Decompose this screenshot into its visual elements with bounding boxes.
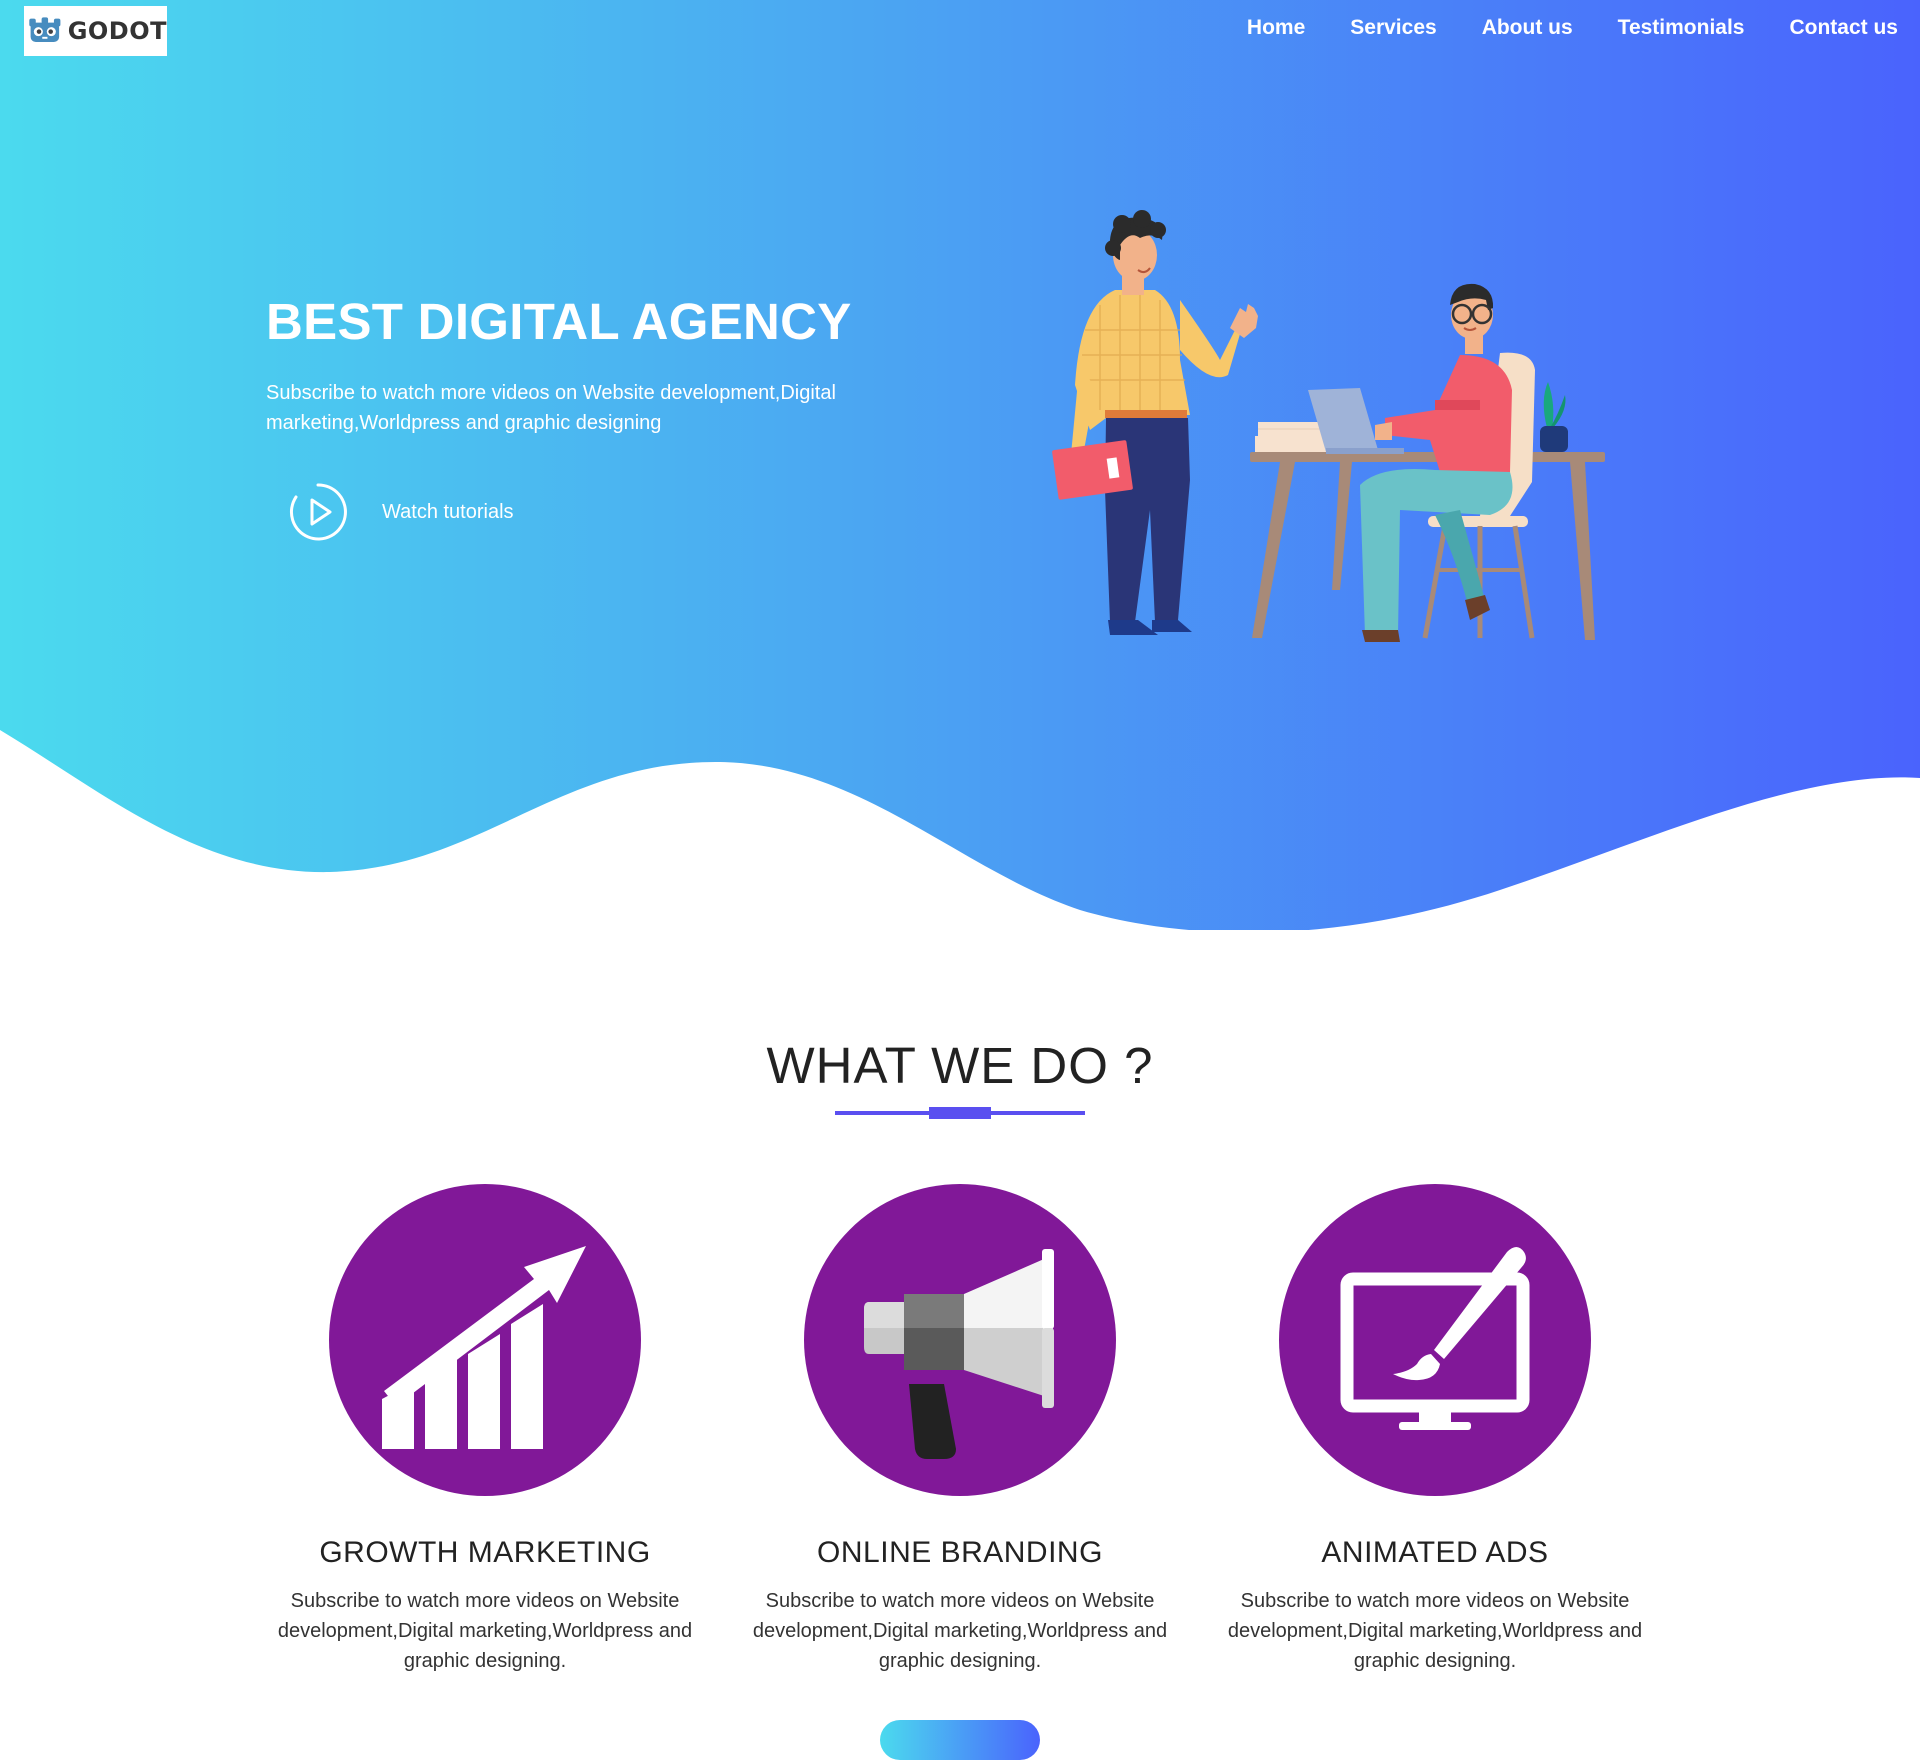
brand-logo[interactable]: GODOT [24, 6, 167, 56]
service-title: GROWTH MARKETING [319, 1536, 651, 1569]
service-card-growth-marketing: GROWTH MARKETING Subscribe to watch more… [265, 1184, 705, 1676]
hero-subtitle: Subscribe to watch more videos on Websit… [266, 382, 836, 434]
growth-chart-icon [329, 1184, 641, 1496]
what-we-do-title: WHAT WE DO ? [766, 1037, 1154, 1094]
service-title: ONLINE BRANDING [817, 1536, 1103, 1569]
office-people-illustration [1052, 210, 1605, 642]
service-description: Subscribe to watch more videos on Websit… [277, 1590, 693, 1672]
service-card-animated-ads: ANIMATED ADS Subscribe to watch more vid… [1215, 1184, 1655, 1676]
service-card-online-branding: ONLINE BRANDING Subscribe to watch more … [740, 1184, 1180, 1676]
title-underline-divider [835, 1106, 1085, 1120]
hero-wave [0, 730, 1920, 940]
service-description: Subscribe to watch more videos on Websit… [752, 1590, 1168, 1672]
nav-home[interactable]: Home [1247, 16, 1305, 40]
nav-contact-us[interactable]: Contact us [1789, 16, 1898, 40]
main-nav: Home Services About us Testimonials Cont… [1247, 16, 1898, 40]
service-title: ANIMATED ADS [1321, 1536, 1549, 1569]
standing-man-figure [1052, 210, 1258, 635]
megaphone-icon [804, 1184, 1116, 1496]
nav-testimonials[interactable]: Testimonials [1618, 16, 1745, 40]
watch-tutorials-button[interactable]: Watch tutorials [288, 482, 514, 542]
godot-robot-icon [29, 17, 61, 43]
brand-logo-text: GODOT [67, 17, 167, 45]
watch-tutorials-label: Watch tutorials [382, 500, 514, 523]
hero-title: BEST DIGITAL AGENCY [266, 293, 852, 350]
nav-about-us[interactable]: About us [1482, 16, 1573, 40]
service-description: Subscribe to watch more videos on Websit… [1227, 1590, 1643, 1672]
monitor-brush-icon [1279, 1184, 1591, 1496]
nav-services[interactable]: Services [1350, 16, 1436, 40]
play-circle-icon [289, 483, 347, 541]
read-more-button[interactable] [880, 1720, 1040, 1760]
